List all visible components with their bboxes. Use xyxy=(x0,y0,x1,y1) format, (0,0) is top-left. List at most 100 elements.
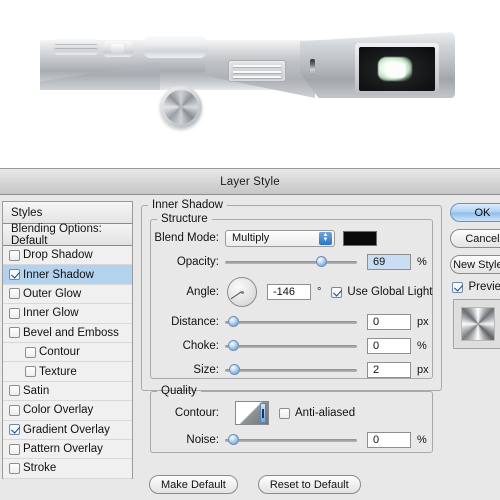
camera-photo xyxy=(0,0,500,160)
choke-slider-knob[interactable] xyxy=(227,340,239,351)
quality-legend: Quality xyxy=(161,385,197,397)
effect-label: Color Overlay xyxy=(23,404,94,417)
anti-aliased-checkbox[interactable]: Anti-aliased xyxy=(279,407,355,419)
checkbox-icon[interactable] xyxy=(452,281,464,293)
effect-row-pattern-overlay[interactable]: Pattern Overlay xyxy=(3,439,132,460)
checkbox-icon[interactable] xyxy=(9,385,20,397)
effect-row-bevel-and-emboss[interactable]: Bevel and Emboss xyxy=(3,323,132,343)
effect-label: Gradient Overlay xyxy=(23,423,110,436)
opacity-input[interactable]: 69 xyxy=(367,254,411,270)
choke-row: Choke: 0 % xyxy=(151,335,432,357)
distance-input[interactable]: 0 xyxy=(367,314,411,330)
distance-slider-track xyxy=(225,321,357,324)
noise-slider[interactable] xyxy=(225,433,357,447)
effect-row-inner-shadow[interactable]: Inner Shadow xyxy=(3,265,132,285)
checkbox-icon[interactable] xyxy=(25,346,36,358)
preview-label: Preview xyxy=(468,281,500,293)
make-default-button[interactable]: Make Default xyxy=(149,475,238,494)
noise-input[interactable]: 0 xyxy=(367,432,411,448)
preview-thumbnail xyxy=(461,307,496,341)
choke-label: Choke: xyxy=(182,340,219,352)
angle-input[interactable]: -146 xyxy=(267,284,311,300)
checkbox-icon[interactable] xyxy=(9,327,20,339)
size-input[interactable]: 2 xyxy=(367,362,411,378)
structure-group: Structure Blend Mode: Multiply ▲ ▼ Opaci… xyxy=(150,213,434,379)
blend-mode-label: Blend Mode: xyxy=(154,232,219,244)
effect-row-stroke[interactable]: Stroke xyxy=(3,459,132,479)
choke-unit: % xyxy=(417,340,427,352)
checkbox-icon[interactable] xyxy=(9,249,20,261)
angle-label: Angle: xyxy=(186,286,219,298)
distance-row: Distance: 0 px xyxy=(151,311,432,333)
choke-input[interactable]: 0 xyxy=(367,338,411,354)
dialog-actions-column: OK Cancel New Style... Preview xyxy=(446,195,500,500)
checkbox-icon[interactable] xyxy=(9,288,20,300)
reset-to-default-button[interactable]: Reset to Default xyxy=(257,475,361,494)
checkbox-icon[interactable] xyxy=(279,407,290,419)
contour-dropdown-handle[interactable] xyxy=(260,403,266,423)
styles-column: Styles Blending Options: Default Drop Sh… xyxy=(0,195,133,500)
distance-label: Distance: xyxy=(171,316,219,328)
use-global-light-checkbox[interactable]: Use Global Light xyxy=(331,286,432,298)
styles-header[interactable]: Styles xyxy=(3,202,132,224)
distance-slider-knob[interactable] xyxy=(227,316,239,327)
noise-label: Noise: xyxy=(186,434,219,446)
preview-thumbnail-frame xyxy=(453,299,500,349)
size-slider-knob[interactable] xyxy=(228,364,240,375)
inner-shadow-column: Inner Shadow Structure Blend Mode: Multi… xyxy=(133,195,446,500)
quality-group: Quality Contour: Anti-aliased Noise: 0 % xyxy=(150,385,434,453)
blend-mode-row: Blend Mode: Multiply ▲ ▼ xyxy=(151,227,432,249)
use-global-light-label: Use Global Light xyxy=(347,286,433,298)
opacity-row: Opacity: 69 % xyxy=(151,251,432,273)
contour-swatch[interactable] xyxy=(235,401,269,425)
size-slider[interactable] xyxy=(225,363,357,377)
screen: Layer Style Styles Blending Options: Def… xyxy=(0,0,500,500)
noise-slider-track xyxy=(225,439,357,442)
inner-shadow-group: Inner Shadow Structure Blend Mode: Multi… xyxy=(141,199,443,453)
checkbox-icon[interactable] xyxy=(9,404,20,416)
opacity-slider-knob[interactable] xyxy=(316,256,328,267)
effect-label: Contour xyxy=(39,346,80,359)
footer-buttons: Make Default Reset to Default xyxy=(149,475,361,494)
opacity-slider-track xyxy=(225,261,357,264)
blending-options-row[interactable]: Blending Options: Default xyxy=(3,223,132,247)
effect-row-texture[interactable]: Texture xyxy=(3,362,132,382)
checkbox-icon[interactable] xyxy=(9,462,20,474)
effect-label: Outer Glow xyxy=(23,287,82,300)
contour-row: Contour: Anti-aliased xyxy=(151,399,432,427)
checkbox-icon[interactable] xyxy=(25,366,36,378)
inner-shadow-legend: Inner Shadow xyxy=(152,199,223,211)
checkbox-icon[interactable] xyxy=(331,286,343,298)
effect-row-contour[interactable]: Contour xyxy=(3,342,132,363)
new-style-button[interactable]: New Style... xyxy=(450,255,500,274)
ok-button[interactable]: OK xyxy=(450,203,500,222)
blend-mode-value: Multiply xyxy=(232,232,270,244)
opacity-slider[interactable] xyxy=(225,255,357,269)
effect-row-outer-glow[interactable]: Outer Glow xyxy=(3,284,132,305)
checkbox-icon[interactable] xyxy=(9,443,20,455)
preview-checkbox[interactable]: Preview xyxy=(452,281,500,293)
effect-row-drop-shadow[interactable]: Drop Shadow xyxy=(3,246,132,266)
distance-slider[interactable] xyxy=(225,315,357,329)
dialog-title: Layer Style xyxy=(220,175,280,188)
angle-dial[interactable] xyxy=(227,277,257,307)
cancel-button[interactable]: Cancel xyxy=(450,229,500,248)
effects-list: Drop Shadow Inner Shadow Outer Glow Inner G… xyxy=(3,246,132,479)
shadow-color-swatch[interactable] xyxy=(343,230,377,246)
effect-row-gradient-overlay[interactable]: Gradient Overlay xyxy=(3,420,132,440)
checkbox-icon[interactable] xyxy=(9,307,20,319)
effect-row-satin[interactable]: Satin xyxy=(3,381,132,402)
angle-row: Angle: -146 ° Use Global Light xyxy=(151,275,432,309)
opacity-unit: % xyxy=(417,256,427,268)
shutter-button xyxy=(103,41,133,57)
mode-dial xyxy=(53,39,99,55)
checkbox-icon[interactable] xyxy=(9,269,20,281)
noise-unit: % xyxy=(417,434,427,446)
checkbox-icon[interactable] xyxy=(9,424,20,436)
effect-row-color-overlay[interactable]: Color Overlay xyxy=(3,401,132,421)
effect-row-inner-glow[interactable]: Inner Glow xyxy=(3,304,132,324)
dialog-titlebar[interactable]: Layer Style xyxy=(0,169,500,195)
blend-mode-select[interactable]: Multiply ▲ ▼ xyxy=(225,229,335,247)
choke-slider[interactable] xyxy=(225,339,357,353)
noise-slider-knob[interactable] xyxy=(227,434,239,445)
